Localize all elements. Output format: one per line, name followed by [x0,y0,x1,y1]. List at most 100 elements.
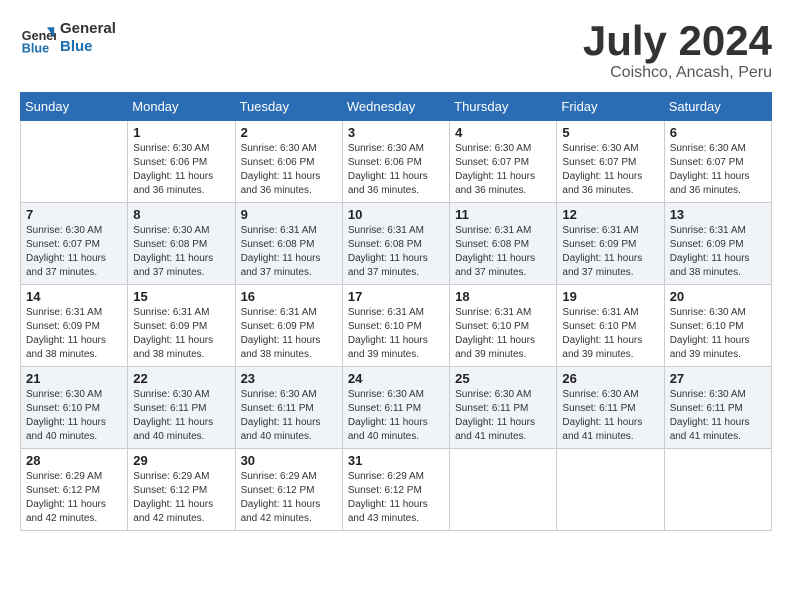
calendar-cell: 10 Sunrise: 6:31 AMSunset: 6:08 PMDayligh… [342,203,449,285]
day-number: 19 [562,289,658,304]
day-number: 3 [348,125,444,140]
calendar-cell: 14 Sunrise: 6:31 AMSunset: 6:09 PMDayligh… [21,285,128,367]
day-info: Sunrise: 6:30 AMSunset: 6:11 PMDaylight:… [455,388,551,444]
calendar-cell: 22 Sunrise: 6:30 AMSunset: 6:11 PMDayligh… [128,367,235,449]
day-number: 17 [348,289,444,304]
day-number: 7 [26,207,122,222]
day-number: 27 [670,371,766,386]
day-info: Sunrise: 6:30 AMSunset: 6:11 PMDaylight:… [133,388,229,444]
calendar-cell: 1 Sunrise: 6:30 AMSunset: 6:06 PMDaylight… [128,121,235,203]
weekday-header-wednesday: Wednesday [342,93,449,121]
day-number: 29 [133,453,229,468]
month-title: July 2024 [583,20,772,62]
day-info: Sunrise: 6:30 AMSunset: 6:11 PMDaylight:… [562,388,658,444]
calendar-week-row: 21 Sunrise: 6:30 AMSunset: 6:10 PMDayligh… [21,367,772,449]
day-info: Sunrise: 6:31 AMSunset: 6:09 PMDaylight:… [26,306,122,362]
calendar-cell: 20 Sunrise: 6:30 AMSunset: 6:10 PMDayligh… [664,285,771,367]
day-number: 9 [241,207,337,222]
calendar-cell: 30Sunrise: 6:29 AMSunset: 6:12 PMDayligh… [235,449,342,531]
logo-blue-text: Blue [60,38,116,56]
calendar-cell [21,121,128,203]
day-number: 11 [455,207,551,222]
calendar-cell: 25 Sunrise: 6:30 AMSunset: 6:11 PMDayligh… [450,367,557,449]
day-info: Sunrise: 6:31 AMSunset: 6:10 PMDaylight:… [348,306,444,362]
day-number: 6 [670,125,766,140]
day-info: Sunrise: 6:31 AMSunset: 6:09 PMDaylight:… [133,306,229,362]
title-block: July 2024 Coishco, Ancash, Peru [583,20,772,82]
day-number: 22 [133,371,229,386]
calendar-cell: 23 Sunrise: 6:30 AMSunset: 6:11 PMDayligh… [235,367,342,449]
day-info: Sunrise: 6:31 AMSunset: 6:08 PMDaylight:… [348,224,444,280]
calendar-cell: 3 Sunrise: 6:30 AMSunset: 6:06 PMDaylight… [342,121,449,203]
day-info: Sunrise: 6:31 AMSunset: 6:09 PMDaylight:… [241,306,337,362]
calendar-cell: 5 Sunrise: 6:30 AMSunset: 6:07 PMDaylight… [557,121,664,203]
day-number: 21 [26,371,122,386]
day-number: 10 [348,207,444,222]
day-number: 30 [241,453,337,468]
day-number: 5 [562,125,658,140]
calendar-cell: 27Sunrise: 6:30 AMSunset: 6:11 PMDayligh… [664,367,771,449]
day-number: 1 [133,125,229,140]
day-number: 20 [670,289,766,304]
day-info: Sunrise: 6:30 AMSunset: 6:07 PMDaylight:… [562,142,658,198]
day-number: 13 [670,207,766,222]
calendar-cell [557,449,664,531]
calendar-week-row: 28 Sunrise: 6:29 AMSunset: 6:12 PMDayligh… [21,449,772,531]
day-info: Sunrise: 6:30 AMSunset: 6:06 PMDaylight:… [241,142,337,198]
calendar-cell: 18Sunrise: 6:31 AMSunset: 6:10 PMDayligh… [450,285,557,367]
location: Coishco, Ancash, Peru [583,64,772,82]
calendar-table: SundayMondayTuesdayWednesdayThursdayFrid… [20,92,772,531]
weekday-header-sunday: Sunday [21,93,128,121]
day-number: 26 [562,371,658,386]
day-number: 8 [133,207,229,222]
calendar-cell: 21 Sunrise: 6:30 AMSunset: 6:10 PMDayligh… [21,367,128,449]
day-number: 23 [241,371,337,386]
day-number: 14 [26,289,122,304]
day-info: Sunrise: 6:30 AMSunset: 6:07 PMDaylight:… [670,142,766,198]
weekday-header-thursday: Thursday [450,93,557,121]
calendar-cell: 24Sunrise: 6:30 AMSunset: 6:11 PMDayligh… [342,367,449,449]
page-header: General Blue General Blue July 2024 Cois… [20,20,772,82]
calendar-cell: 2 Sunrise: 6:30 AMSunset: 6:06 PMDaylight… [235,121,342,203]
day-number: 4 [455,125,551,140]
day-info: Sunrise: 6:30 AMSunset: 6:07 PMDaylight:… [455,142,551,198]
calendar-cell: 13 Sunrise: 6:31 AMSunset: 6:09 PMDayligh… [664,203,771,285]
day-info: Sunrise: 6:30 AMSunset: 6:08 PMDaylight:… [133,224,229,280]
calendar-cell: 17 Sunrise: 6:31 AMSunset: 6:10 PMDayligh… [342,285,449,367]
calendar-cell: 31 Sunrise: 6:29 AMSunset: 6:12 PMDayligh… [342,449,449,531]
day-info: Sunrise: 6:29 AMSunset: 6:12 PMDaylight:… [26,470,122,526]
day-number: 18 [455,289,551,304]
weekday-header-saturday: Saturday [664,93,771,121]
calendar-cell: 15 Sunrise: 6:31 AMSunset: 6:09 PMDayligh… [128,285,235,367]
calendar-cell: 12Sunrise: 6:31 AMSunset: 6:09 PMDayligh… [557,203,664,285]
calendar-cell: 8 Sunrise: 6:30 AMSunset: 6:08 PMDaylight… [128,203,235,285]
day-info: Sunrise: 6:31 AMSunset: 6:08 PMDaylight:… [455,224,551,280]
calendar-week-row: 14 Sunrise: 6:31 AMSunset: 6:09 PMDayligh… [21,285,772,367]
calendar-cell: 11 Sunrise: 6:31 AMSunset: 6:08 PMDayligh… [450,203,557,285]
day-info: Sunrise: 6:29 AMSunset: 6:12 PMDaylight:… [348,470,444,526]
day-number: 15 [133,289,229,304]
day-number: 28 [26,453,122,468]
day-info: Sunrise: 6:30 AMSunset: 6:11 PMDaylight:… [241,388,337,444]
weekday-header-monday: Monday [128,93,235,121]
calendar-cell: 4 Sunrise: 6:30 AMSunset: 6:07 PMDaylight… [450,121,557,203]
logo-icon: General Blue [20,20,56,56]
day-number: 2 [241,125,337,140]
day-info: Sunrise: 6:31 AMSunset: 6:09 PMDaylight:… [670,224,766,280]
calendar-cell: 16Sunrise: 6:31 AMSunset: 6:09 PMDayligh… [235,285,342,367]
day-number: 31 [348,453,444,468]
day-info: Sunrise: 6:30 AMSunset: 6:10 PMDaylight:… [26,388,122,444]
calendar-week-row: 1 Sunrise: 6:30 AMSunset: 6:06 PMDaylight… [21,121,772,203]
day-info: Sunrise: 6:31 AMSunset: 6:09 PMDaylight:… [562,224,658,280]
day-info: Sunrise: 6:30 AMSunset: 6:07 PMDaylight:… [26,224,122,280]
day-info: Sunrise: 6:30 AMSunset: 6:06 PMDaylight:… [133,142,229,198]
day-number: 25 [455,371,551,386]
day-info: Sunrise: 6:30 AMSunset: 6:10 PMDaylight:… [670,306,766,362]
calendar-cell: 6 Sunrise: 6:30 AMSunset: 6:07 PMDaylight… [664,121,771,203]
calendar-week-row: 7 Sunrise: 6:30 AMSunset: 6:07 PMDaylight… [21,203,772,285]
calendar-cell: 29Sunrise: 6:29 AMSunset: 6:12 PMDayligh… [128,449,235,531]
day-number: 24 [348,371,444,386]
day-info: Sunrise: 6:30 AMSunset: 6:06 PMDaylight:… [348,142,444,198]
calendar-cell: 26 Sunrise: 6:30 AMSunset: 6:11 PMDayligh… [557,367,664,449]
svg-text:Blue: Blue [22,41,49,55]
